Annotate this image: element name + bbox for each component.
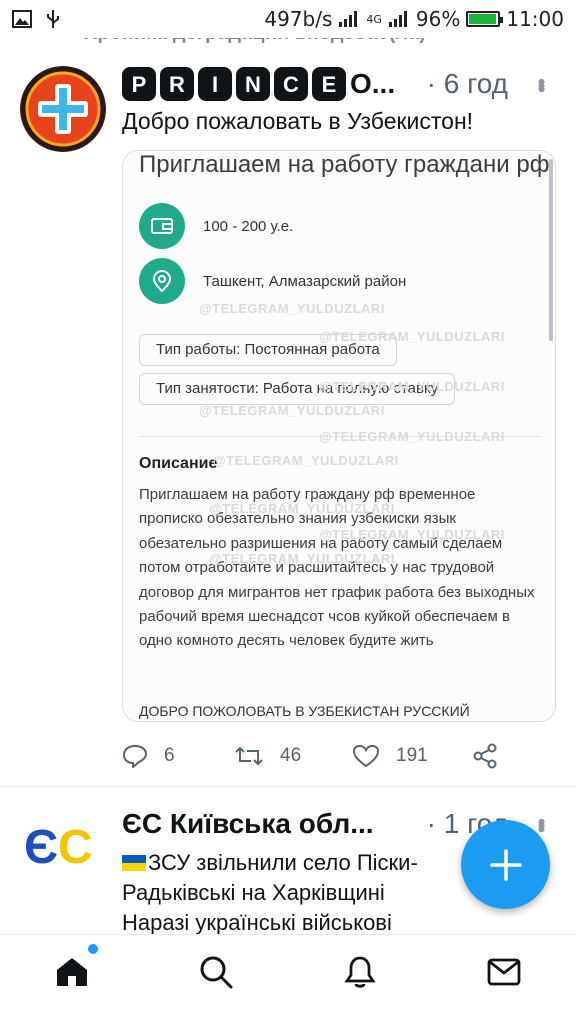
watermark: @TELEGRAM_YULDUZLARI [213,453,399,468]
nav-messages[interactable] [484,952,524,992]
status-right: 497b/s 4G 96% 11:00 [264,7,564,31]
bell-icon [344,956,376,988]
share-button[interactable] [472,743,498,769]
mail-icon [487,958,521,985]
battery-fill [469,14,497,24]
like-button[interactable]: 191 [352,744,472,768]
battery-percent: 96% [415,7,461,31]
retweet-button[interactable]: 46 [234,744,352,768]
svg-text:Є: Є [24,821,58,871]
battery-icon [466,11,504,27]
network-type: 4G [366,12,382,26]
tweet-header: P R I N C E O... · 6 год ••• [122,64,554,104]
media-title: Приглашаем на работу граждани рф [139,151,550,178]
share-icon [473,743,497,769]
nav-home[interactable] [52,943,98,992]
media-footer: ДОБРО ПОЖОЛОВАТЬ В УЗБЕКИСТАН РУССКИЙ [139,703,470,719]
watermark: @TELEGRAM_YULDUZLARI [319,329,505,344]
wallet-icon [139,203,185,249]
tweet-text: Добро пожаловать в Узбекистон! [122,108,474,134]
reply-count: 6 [164,745,175,766]
watermark: @TELEGRAM_YULDUZLARI [209,551,395,566]
prince-logo-icon [21,67,105,151]
media-scrollbar [549,159,553,341]
compose-button[interactable] [461,820,550,909]
watermark: @TELEGRAM_YULDUZLARI [199,301,385,316]
tweet-divider [0,786,576,787]
notification-dot [88,943,98,954]
author-name-2[interactable]: ЄС Київська обл... [122,808,374,840]
reply-button[interactable]: 6 [122,744,234,768]
watermark: @TELEGRAM_YULDUZLARI [319,527,505,542]
watermark: @TELEGRAM_YULDUZLARI [319,379,505,394]
tweet-media[interactable]: Приглашаем на работу граждани рф 100 - 2… [122,150,556,722]
location-row: Ташкент, Алмазарский район [139,258,406,304]
name-letter: I [198,67,232,101]
name-letter: N [236,67,270,101]
svg-text:С: С [58,821,93,871]
search-icon [200,956,233,988]
retweet-icon [235,746,263,766]
nav-search[interactable] [196,952,236,992]
es-logo-icon: Є С [24,821,93,871]
retweet-count: 46 [280,745,302,766]
name-letter: E [312,67,346,101]
location-text: Ташкент, Алмазарский район [203,272,407,290]
bottom-nav [0,934,576,1024]
tweet-text-2: ЗСУ звільнили село Піски-Радьківські на … [122,848,462,938]
plus-icon [489,848,522,881]
usb-icon [47,10,59,28]
more-options-icon[interactable]: ••• [528,78,554,89]
ukraine-flag-icon [122,855,146,871]
like-icon [352,744,380,768]
like-count: 191 [396,745,428,766]
home-icon [57,957,87,986]
name-letter: C [274,67,308,101]
battery-tip [500,17,504,23]
signal-icon-2 [388,11,407,27]
tweet-time[interactable]: · 6 год [427,68,508,100]
watermark: @TELEGRAM_YULDUZLARI [199,403,385,418]
tweet-actions: 6 46 191 [122,736,502,776]
status-bar: 497b/s 4G 96% 11:00 [0,0,576,38]
salary-text: 100 - 200 у.е. [203,217,294,235]
network-speed: 497b/s [264,7,333,31]
name-letter: P [122,67,156,101]
watermark: @TELEGRAM_YULDUZLARI [319,429,505,444]
avatar[interactable] [20,66,106,152]
author-name-tail[interactable]: O... [350,68,395,100]
reply-icon [122,744,148,768]
clock: 11:00 [506,7,564,31]
salary-row: 100 - 200 у.е. [139,203,293,249]
name-letter: R [160,67,194,101]
tweet-text-2-body: ЗСУ звільнили село Піски-Радьківські на … [122,850,418,935]
author-name[interactable]: P R I N C E [122,67,346,101]
description-heading: Описание [139,455,218,472]
avatar-2[interactable]: Є С [22,806,102,886]
status-left [12,9,60,29]
watermark: @TELEGRAM_YULDUZLARI [209,501,395,516]
image-icon [12,10,32,28]
nav-notifications[interactable] [340,952,380,992]
signal-icon [339,11,358,27]
location-pin-icon [139,258,185,304]
